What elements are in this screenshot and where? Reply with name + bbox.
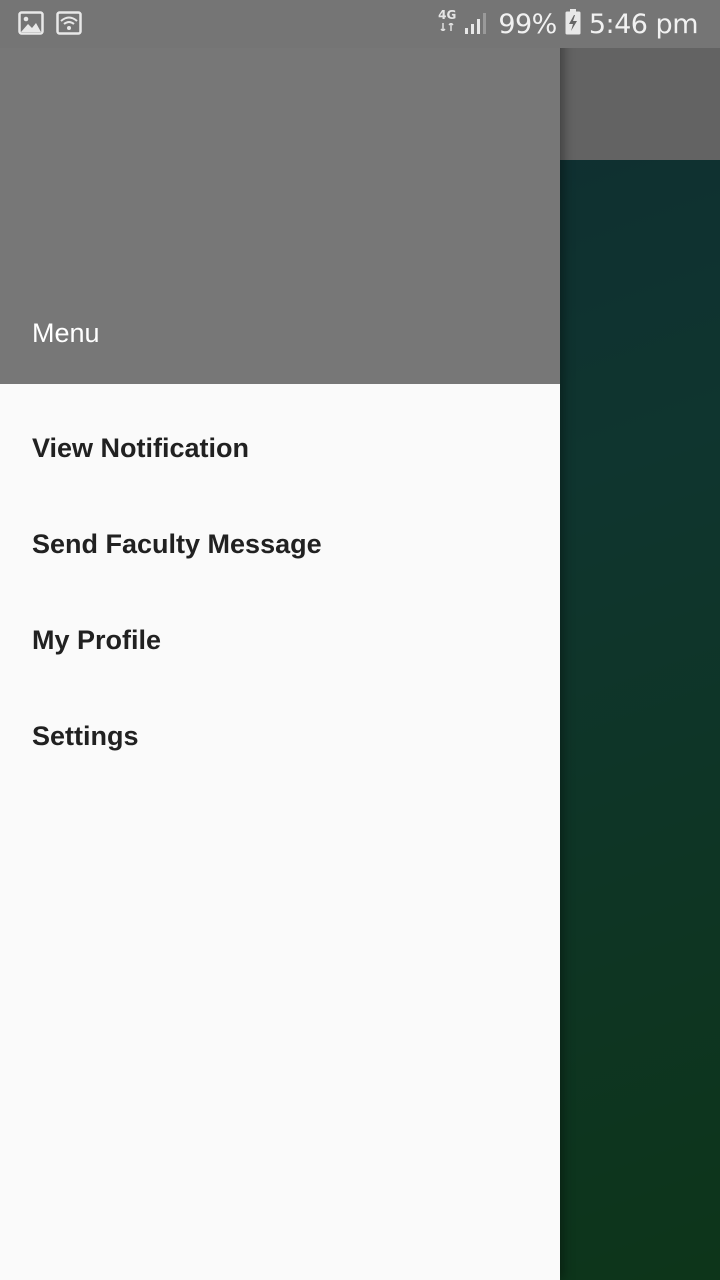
- network-4g-icon: 4G: [438, 9, 456, 34]
- battery-percent: 99%: [498, 8, 557, 40]
- screen: 4G 99% 5:46 pm Menu View Notification Se…: [0, 0, 720, 1280]
- wifi-icon: [56, 11, 82, 42]
- menu-item-label: My Profile: [32, 624, 162, 655]
- system-status: 4G 99% 5:46 pm: [438, 0, 699, 48]
- menu-item-settings[interactable]: Settings: [0, 688, 560, 784]
- network-type-label: 4G: [438, 8, 457, 22]
- drawer-title: Menu: [32, 318, 100, 348]
- gallery-icon: [18, 11, 44, 42]
- navigation-drawer: Menu View Notification Send Faculty Mess…: [0, 0, 560, 1280]
- drawer-header: Menu: [0, 0, 560, 384]
- notification-icons: [18, 11, 82, 42]
- menu-item-my-profile[interactable]: My Profile: [0, 592, 560, 688]
- drawer-menu: View Notification Send Faculty Message M…: [0, 400, 560, 784]
- clock: 5:46 pm: [588, 8, 699, 40]
- menu-item-label: Send Faculty Message: [32, 528, 322, 559]
- signal-icon: [464, 9, 490, 40]
- menu-item-send-faculty-message[interactable]: Send Faculty Message: [0, 496, 560, 592]
- status-bar: 4G 99% 5:46 pm: [0, 0, 720, 48]
- menu-item-view-notification[interactable]: View Notification: [0, 400, 560, 496]
- menu-item-label: View Notification: [32, 432, 250, 463]
- battery-charging-icon: [565, 8, 581, 40]
- menu-item-label: Settings: [32, 720, 139, 751]
